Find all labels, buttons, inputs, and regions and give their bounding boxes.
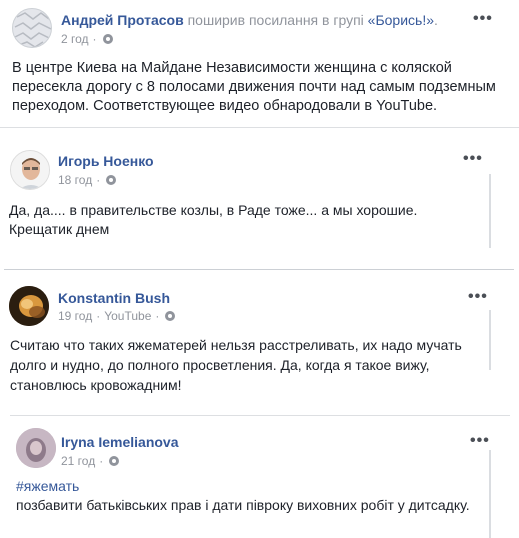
author-name[interactable]: Konstantin Bush [58, 290, 170, 306]
timestamp[interactable]: 19 год [58, 308, 92, 324]
globe-icon [165, 311, 176, 321]
source-link[interactable]: YouTube [104, 308, 151, 324]
author-name[interactable]: Андрей Протасов [61, 12, 184, 28]
header-suffix: . [434, 12, 438, 28]
avatar[interactable] [9, 286, 49, 326]
person-photo-icon [16, 428, 56, 468]
meta-separator: · [96, 309, 101, 323]
avatar[interactable] [16, 428, 56, 468]
person-photo-icon [11, 151, 49, 189]
avatar[interactable] [10, 150, 50, 190]
meta-separator: · [92, 32, 97, 46]
more-options-icon[interactable]: ••• [470, 433, 490, 449]
comment-header: Konstantin Bush [58, 289, 170, 307]
meta-separator: · [96, 173, 101, 187]
comment-header: Iryna Iemelianova [61, 433, 179, 451]
author-name[interactable]: Игорь Ноенко [58, 153, 154, 169]
person-photo-icon [9, 286, 49, 326]
group-link[interactable]: «Борись!» [368, 12, 434, 28]
more-options-icon[interactable]: ••• [463, 151, 483, 167]
comment-meta: 21 год · [61, 453, 120, 469]
comment-meta: 19 год · YouTube · [58, 308, 176, 324]
post-meta: 2 год · [61, 31, 113, 47]
comment-iemelianova: Iryna Iemelianova 21 год · ••• #яжемать … [0, 416, 519, 538]
post-action: поширив посилання в групі [187, 12, 364, 28]
scrollbar[interactable] [489, 450, 491, 538]
avatar-pattern-icon [14, 12, 51, 47]
hashtag-link[interactable]: #яжемать [16, 477, 79, 496]
globe-icon [106, 175, 117, 185]
scrollbar[interactable] [489, 174, 491, 248]
comment-text: Да, да.... в правительстве козлы, в Раде… [9, 202, 418, 237]
more-options-icon[interactable]: ••• [473, 11, 493, 27]
comment-bush: Konstantin Bush 19 год · YouTube · ••• С… [0, 270, 519, 410]
post-protasov: Андрей Протасов поширив посилання в груп… [0, 0, 519, 125]
timestamp[interactable]: 21 год [61, 453, 95, 469]
scrollbar[interactable] [489, 310, 491, 370]
meta-separator: · [155, 309, 160, 323]
post-header: Андрей Протасов поширив посилання в груп… [61, 11, 438, 29]
comment-noenko: Игорь Ноенко 18 год · ••• Да, да.... в п… [0, 128, 519, 268]
timestamp[interactable]: 2 год [61, 31, 89, 47]
comment-text: позбавити батьківських прав і дати півро… [16, 497, 470, 513]
meta-separator: · [99, 454, 104, 468]
comment-meta: 18 год · [58, 172, 117, 188]
author-name[interactable]: Iryna Iemelianova [61, 434, 179, 450]
avatar[interactable] [12, 8, 52, 48]
globe-icon [109, 456, 120, 466]
comment-header: Игорь Ноенко [58, 152, 154, 170]
more-options-icon[interactable]: ••• [468, 289, 488, 305]
post-text: В центре Киева на Майдане Независимости … [12, 60, 496, 114]
globe-icon [102, 34, 113, 44]
comment-text: Считаю что таких яжематерей нельзя расст… [10, 337, 462, 393]
timestamp[interactable]: 18 год [58, 172, 92, 188]
